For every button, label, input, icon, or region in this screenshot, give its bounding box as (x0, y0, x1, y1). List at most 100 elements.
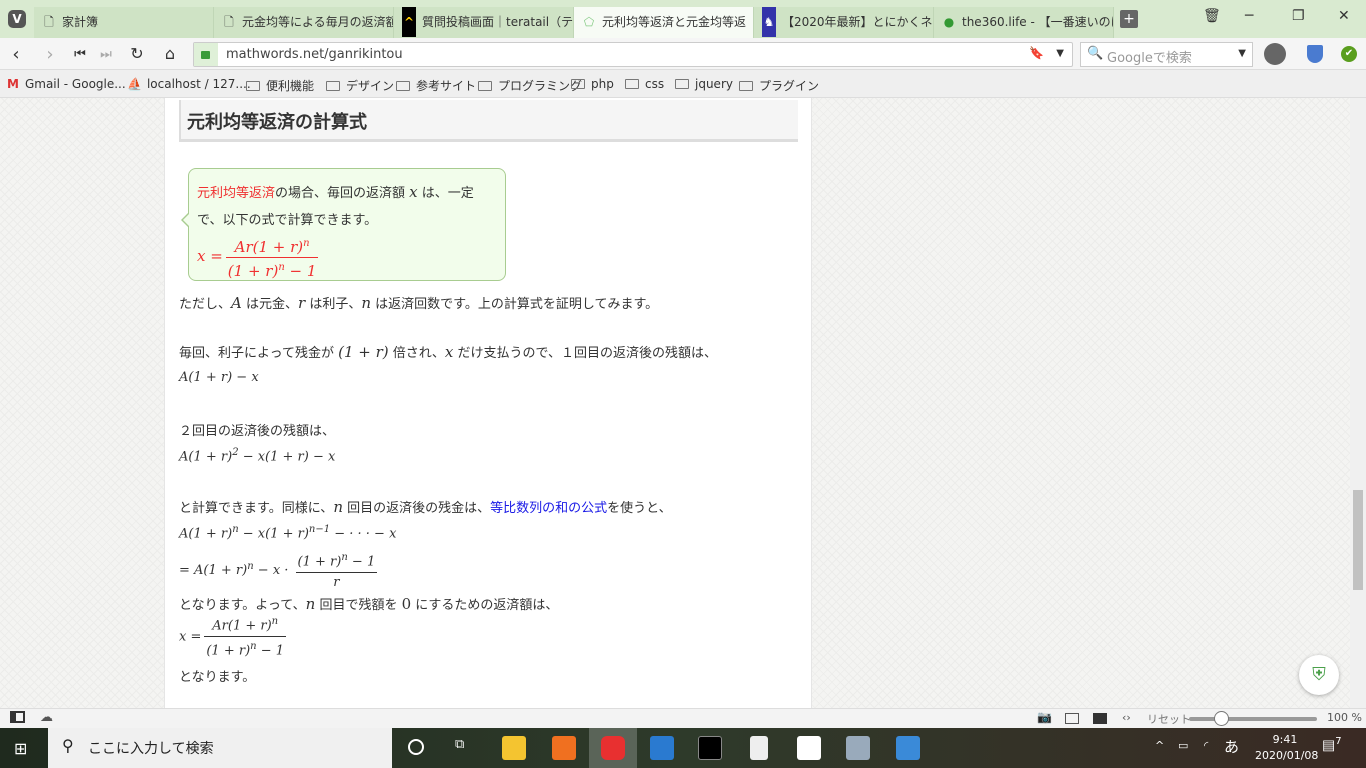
bookmark-gmail[interactable]: M Gmail - Google... (7, 77, 126, 91)
text: と計算できます。同様に、 (179, 501, 334, 516)
text: r (333, 575, 340, 591)
reload-button[interactable]: ↻ (127, 44, 147, 63)
text: は返済回数です。上の計算式を証明してみます。 (375, 297, 659, 312)
profile-avatar[interactable] (1264, 43, 1286, 65)
bookmark-folder[interactable]: css (625, 77, 664, 91)
forward-button[interactable]: › (40, 44, 60, 65)
taskbar-search[interactable]: ⚲ ここに入力して検索 (48, 728, 392, 768)
bookmark-folder[interactable]: 参考サイト (396, 77, 476, 94)
notification-icon[interactable]: ▤7 (1322, 736, 1342, 754)
text: x (409, 183, 418, 201)
shield-extension-icon[interactable] (1307, 45, 1323, 63)
search-icon: ⚲ (62, 736, 74, 755)
zoom-slider[interactable] (1189, 717, 1317, 721)
cloud-icon[interactable]: ☁ (40, 710, 53, 725)
formula: A(1 + r)2 − x(1 + r) − x (179, 447, 335, 464)
scrollbar-thumb[interactable] (1353, 490, 1363, 590)
xampp-icon[interactable] (552, 736, 576, 760)
show-hidden-icons[interactable]: ^ (1155, 739, 1164, 752)
bookmark-icon[interactable]: 🔖 (1029, 46, 1044, 60)
trash-icon[interactable]: 🗑 (1203, 8, 1221, 24)
geometric-series-link[interactable]: 等比数列の和の公式 (490, 501, 607, 516)
check-extension-icon[interactable]: ✔ (1341, 46, 1357, 62)
page-content: 元利均等返済の計算式 元利均等返済の場合、毎回の返済額 x は、一定で、以下の式… (0, 98, 1350, 708)
text: A (231, 294, 242, 312)
monitor-icon[interactable] (846, 736, 870, 760)
battery-icon[interactable]: ▭ (1178, 739, 1188, 752)
text: n (333, 498, 343, 516)
status-bar: ☁ 📷 ‹› リセット 100 % (0, 708, 1366, 728)
clock[interactable]: 9:41 2020/01/08 (1255, 733, 1318, 762)
folder-icon (478, 81, 492, 91)
vscode-icon[interactable] (650, 736, 674, 760)
zoom-slider-handle[interactable] (1214, 711, 1229, 726)
camera-icon[interactable]: 📷 (1037, 710, 1052, 724)
bookmark-folder[interactable]: プラグイン (739, 77, 819, 94)
text: 【2020年最新】とにかくネットの (782, 15, 933, 29)
calculator-icon[interactable] (750, 736, 768, 760)
home-button[interactable]: ⌂ (160, 44, 180, 63)
text: the360.life - 【一番速いのはこ (962, 15, 1113, 29)
text: − · · · − x (330, 526, 397, 542)
close-button[interactable]: ✕ (1338, 8, 1350, 24)
security-badge-icon[interactable]: ⛨ (1299, 655, 1339, 695)
new-tab-button[interactable]: + (1120, 10, 1138, 28)
text: ただし、 (179, 297, 232, 312)
paragraph: となります。 (179, 670, 256, 685)
panel-toggle-icon[interactable] (10, 711, 25, 723)
tab-the360[interactable]: ● the360.life - 【一番速いのはこ (934, 7, 1114, 38)
wifi-icon[interactable]: ◜ (1204, 739, 1208, 752)
address-bar[interactable]: mathwords.net/ganrikintou 🔖 ▼ (193, 42, 1073, 67)
code-icon[interactable]: ‹› (1122, 711, 1131, 724)
formula-balloon: 元利均等返済の場合、毎回の返済額 x は、一定で、以下の式で計算できます。 x … (181, 168, 506, 281)
text: 倍され、 (392, 346, 445, 361)
task-view-icon[interactable]: ⧉ (455, 737, 464, 752)
fast-forward-button[interactable]: ⏭ (96, 47, 116, 62)
minimize-button[interactable]: ─ (1245, 8, 1253, 24)
back-button[interactable]: ‹ (6, 44, 26, 65)
chevron-down-icon[interactable]: ▼ (1238, 48, 1246, 59)
ime-indicator[interactable]: あ (1224, 736, 1239, 757)
maximize-button[interactable]: ❐ (1292, 8, 1305, 24)
text: を使うと、 (607, 501, 672, 516)
text: (1 + r) (338, 343, 389, 361)
tab-ganrikintou[interactable]: ⬠ 元利均等返済と元金均等返 (574, 7, 754, 38)
vertical-scrollbar[interactable] (1350, 98, 1366, 708)
bookmark-folder[interactable]: 便利機能 (246, 77, 314, 94)
search-input[interactable]: 🔍 Googleで検索 ▼ (1080, 42, 1253, 67)
bookmark-folder[interactable]: php (571, 77, 614, 91)
tile-icon[interactable] (1065, 713, 1079, 724)
windows-start-icon[interactable]: ⊞ (14, 739, 27, 758)
text: 9:41 (1272, 733, 1298, 746)
zoom-reset[interactable]: リセット (1147, 711, 1191, 727)
vivaldi-menu-icon[interactable]: V (8, 10, 26, 28)
paragraph: と計算できます。同様に、n 回目の返済後の残金は、等比数列の和の公式を使うと、 (179, 497, 672, 516)
text: Ar(1 + r) (234, 238, 304, 256)
search-icon: 🔍 (1087, 46, 1104, 61)
tab-gankin[interactable]: 🗋 元金均等による毎月の返済額 (214, 7, 394, 38)
bookmark-folder[interactable]: プログラミング (478, 77, 582, 94)
formula: A(1 + r)n − x(1 + r)n−1 − · · · − x (179, 524, 396, 541)
terminal-icon[interactable] (698, 736, 722, 760)
vivaldi-taskbar-button[interactable] (589, 728, 637, 768)
chevron-down-icon[interactable]: ▼ (1056, 48, 1064, 59)
image-icon[interactable] (1093, 713, 1107, 724)
bookmark-folder[interactable]: デザイン (326, 77, 394, 94)
file-explorer-icon[interactable] (502, 736, 526, 760)
tab-kakeibo[interactable]: 🗋 家計簿 (34, 7, 214, 38)
text: = A(1 + r) (179, 563, 248, 579)
tab-teratail[interactable]: ^ 質問投稿画面｜teratail（テ (394, 7, 574, 38)
bookmark-folder[interactable]: jquery (675, 77, 733, 91)
gmail-icon: M (7, 77, 19, 91)
page-icon: 🗋 (224, 15, 234, 29)
photos-icon[interactable] (797, 736, 821, 760)
paragraph: となります。よって、n 回目で残額を 0 にするための返済額は、 (179, 594, 558, 613)
tab-2020[interactable]: ♞ 【2020年最新】とにかくネットの (754, 7, 934, 38)
cortana-icon[interactable] (408, 739, 424, 755)
text: ここに入力して検索 (88, 741, 214, 757)
control-panel-icon[interactable] (896, 736, 920, 760)
text: x (444, 343, 454, 361)
section-heading: 元利均等返済の計算式 (179, 100, 798, 142)
rewind-button[interactable]: ⏮ (70, 47, 90, 62)
bookmark-localhost[interactable]: ⛵ localhost / 127.... (127, 77, 251, 91)
